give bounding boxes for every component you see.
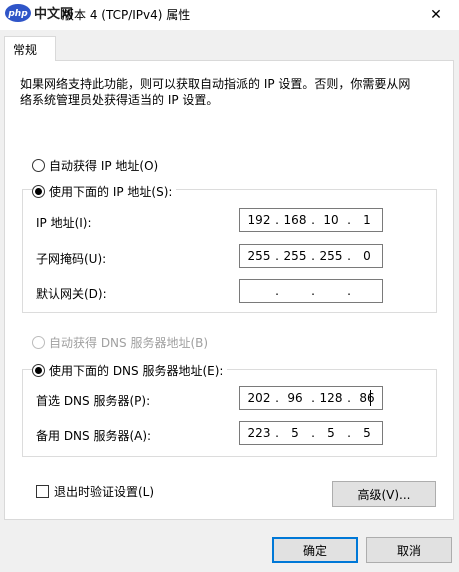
ip-octet-1: 192 — [247, 213, 271, 227]
auto-ip-label: 自动获得 IP 地址(O) — [49, 159, 159, 173]
pdns-octet-2: 96 — [287, 391, 303, 405]
ok-button[interactable]: 确定 — [272, 537, 358, 563]
close-button[interactable]: ✕ — [413, 0, 459, 30]
close-icon: ✕ — [430, 7, 442, 23]
manual-dns-radio[interactable]: 使用下面的 DNS 服务器地址(E): — [32, 362, 228, 379]
alternate-dns-label: 备用 DNS 服务器(A): — [36, 429, 152, 443]
adns-octet-4: 5 — [363, 426, 371, 440]
svg-text:php: php — [7, 9, 28, 19]
pdns-octet-4: 86 — [359, 391, 375, 405]
subnet-mask-label: 子网掩码(U): — [36, 252, 107, 266]
default-gateway-input[interactable]: . . . — [239, 279, 383, 303]
adns-octet-2: 5 — [291, 426, 299, 440]
auto-dns-label: 自动获得 DNS 服务器地址(B) — [49, 336, 209, 350]
manual-ip-label: 使用下面的 IP 地址(S): — [49, 185, 173, 199]
validate-settings-checkbox[interactable]: 退出时验证设置(L) — [36, 483, 154, 500]
description-text: 如果网络支持此功能，则可以获取自动指派的 IP 设置。否则，你需要从网 络系统管… — [20, 76, 440, 108]
ip-address-input[interactable]: 192 . 168 . 10 . 1 — [239, 208, 383, 232]
ok-button-label: 确定 — [302, 543, 327, 558]
ip-octet-3: 10 — [323, 213, 339, 227]
auto-ip-radio[interactable]: 自动获得 IP 地址(O) — [32, 157, 158, 174]
manual-dns-label: 使用下面的 DNS 服务器地址(E): — [49, 364, 224, 378]
ip-octet-2: 168 — [283, 213, 307, 227]
preferred-dns-label: 首选 DNS 服务器(P): — [36, 394, 151, 408]
subnet-octet-1: 255 — [247, 249, 271, 263]
subnet-mask-input[interactable]: 255 . 255 . 255 . 0 — [239, 244, 383, 268]
pdns-octet-1: 202 — [247, 391, 271, 405]
description-line-1: 如果网络支持此功能，则可以获取自动指派的 IP 设置。否则，你需要从网 — [20, 77, 411, 91]
subnet-octet-2: 255 — [283, 249, 307, 263]
tab-label: 常规 — [13, 43, 38, 57]
dot-separator: . — [347, 284, 351, 298]
cancel-button-label: 取消 — [396, 543, 421, 558]
pdns-octet-3: 128 — [319, 391, 343, 405]
tab-general[interactable]: 常规 — [4, 36, 56, 61]
checkbox-icon — [36, 485, 49, 498]
radio-disabled-icon — [32, 336, 45, 349]
adns-octet-3: 5 — [327, 426, 335, 440]
default-gateway-label: 默认网关(D): — [36, 287, 107, 301]
manual-ip-radio[interactable]: 使用下面的 IP 地址(S): — [32, 183, 177, 200]
validate-settings-label: 退出时验证设置(L) — [54, 485, 155, 499]
advanced-button[interactable]: 高级(V)... — [332, 481, 436, 507]
title-bar: php 中文网 版本 4 (TCP/IPv4) 属性 ✕ — [0, 0, 459, 30]
adns-octet-1: 223 — [247, 426, 271, 440]
dot-separator: . — [311, 284, 315, 298]
ip-octet-4: 1 — [363, 213, 371, 227]
cancel-button[interactable]: 取消 — [366, 537, 452, 563]
radio-checked-icon — [32, 185, 45, 198]
alternate-dns-input[interactable]: 223 . 5 . 5 . 5 — [239, 421, 383, 445]
preferred-dns-input[interactable]: 202 . 96 . 128 . 86 — [239, 386, 383, 410]
radio-checked-icon — [32, 364, 45, 377]
text-cursor — [370, 390, 371, 406]
window-title: 版本 4 (TCP/IPv4) 属性 — [62, 8, 191, 22]
radio-icon — [32, 159, 45, 172]
subnet-octet-3: 255 — [319, 249, 343, 263]
auto-dns-radio[interactable]: 自动获得 DNS 服务器地址(B) — [32, 334, 208, 351]
dot-separator: . — [275, 284, 279, 298]
description-line-2: 络系统管理员处获得适当的 IP 设置。 — [20, 93, 219, 107]
ip-address-label: IP 地址(I): — [36, 216, 92, 230]
advanced-button-label: 高级(V)... — [357, 487, 411, 502]
subnet-octet-4: 0 — [363, 249, 371, 263]
